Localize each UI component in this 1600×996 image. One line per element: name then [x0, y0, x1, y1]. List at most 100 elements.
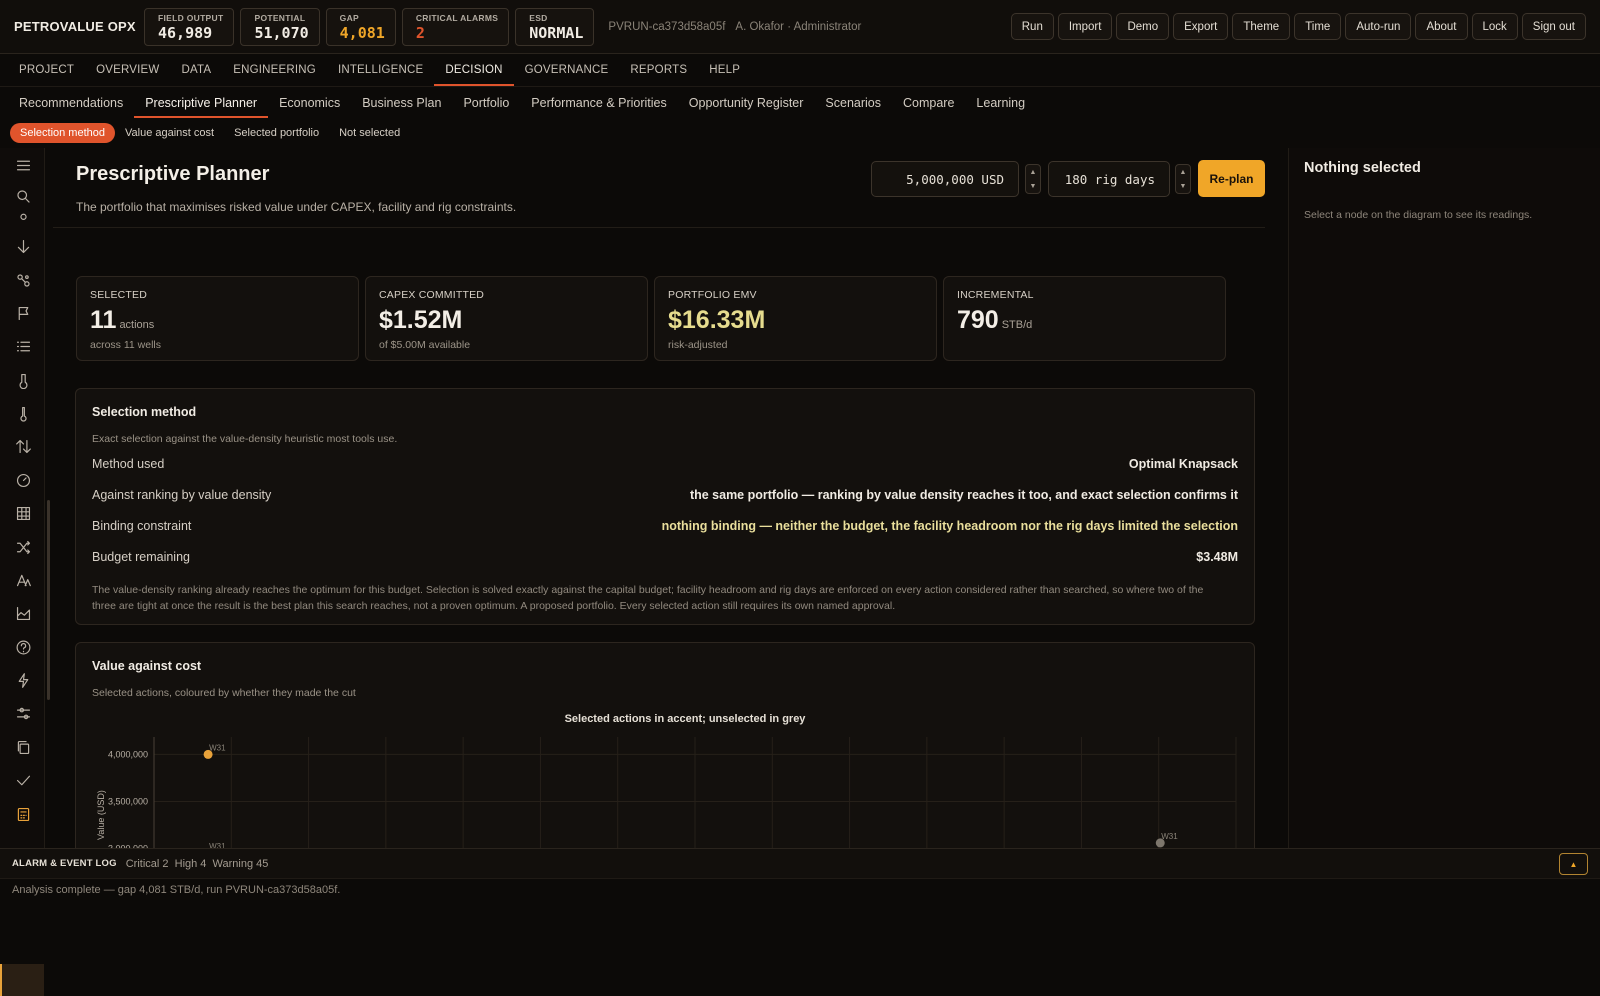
nodes-icon[interactable] [11, 268, 35, 292]
text-icon[interactable] [11, 568, 35, 592]
card-subtext: across 11 wells [90, 339, 161, 351]
gauge-icon[interactable] [11, 468, 35, 492]
transfer-icon[interactable] [11, 434, 35, 458]
rig-days-stepper[interactable]: ▲ ▼ [1175, 164, 1191, 194]
card-label: PORTFOLIO EMV [668, 289, 757, 301]
section-selection-method[interactable]: Selection method [10, 123, 115, 143]
alarm-log-bar[interactable]: ALARM & EVENT LOG Critical 2 High 4 Warn… [0, 848, 1600, 878]
tab-data[interactable]: DATA [170, 54, 222, 86]
thermometer-alt-icon[interactable] [11, 401, 35, 425]
brand-logo: PETROVALUE OPX [14, 19, 136, 34]
step-down-icon[interactable]: ▼ [1030, 183, 1037, 190]
row-label: Budget remaining [92, 550, 190, 564]
card-unit: actions [119, 319, 155, 331]
flag-icon[interactable] [11, 301, 35, 325]
step-down-icon[interactable]: ▼ [1180, 183, 1187, 190]
run-button[interactable]: Run [1010, 13, 1054, 40]
budget-input[interactable]: 5,000,000 USD [871, 161, 1019, 197]
kpi-card-incremental: INCREMENTAL 790 STB/d [943, 276, 1226, 361]
subtab-portfolio[interactable]: Portfolio [452, 88, 520, 118]
kpi-card-capex-committed: CAPEX COMMITTED $1.52M of $5.00M available [365, 276, 648, 361]
row-label: Binding constraint [92, 519, 192, 533]
theme-button[interactable]: Theme [1232, 13, 1291, 40]
card-value: $16.33M [668, 306, 766, 334]
search-icon[interactable] [11, 184, 35, 208]
kpi-value: 4,081 [339, 23, 385, 42]
tab-help[interactable]: HELP [698, 54, 751, 86]
tab-governance[interactable]: GOVERNANCE [514, 54, 620, 86]
copy-icon[interactable] [11, 735, 35, 759]
header-divider [53, 227, 1265, 228]
expand-log-button[interactable]: ▲ [1559, 853, 1588, 875]
rig-days-input[interactable]: 180 rig days [1048, 161, 1170, 197]
subtab-prescriptive-planner[interactable]: Prescriptive Planner [134, 88, 269, 118]
row-value: Optimal Knapsack [1128, 457, 1238, 471]
primary-nav: PROJECT OVERVIEW DATA ENGINEERING INTELLIGEN… [0, 54, 1600, 87]
budget-stepper[interactable]: ▲ ▼ [1025, 164, 1041, 194]
sidebar-scrollbar[interactable] [47, 500, 50, 700]
lock-button[interactable]: Lock [1471, 13, 1518, 40]
sliders-icon[interactable] [11, 701, 35, 725]
tab-reports[interactable]: REPORTS [619, 54, 698, 86]
inspector-hint: Select a node on the diagram to see its … [1304, 209, 1533, 221]
subtab-recommendations[interactable]: Recommendations [8, 88, 134, 118]
subtab-performance-and-priorities[interactable]: Performance & Priorities [520, 88, 677, 118]
section-not-selected[interactable]: Not selected [329, 123, 410, 143]
value-cost-scatter[interactable]: Selected actions in accent; unselected i… [76, 705, 1254, 848]
tab-decision[interactable]: DECISION [434, 54, 514, 86]
point-label: W31 [209, 743, 226, 752]
tab-project[interactable]: PROJECT [8, 54, 85, 86]
y-tick-label: 4,000,000 [108, 749, 148, 759]
value-cost-panel: Value against cost Selected actions, col… [75, 642, 1255, 848]
kpi-label: CRITICAL ALARMS [415, 12, 499, 23]
subtab-economics[interactable]: Economics [268, 88, 351, 118]
thermometer-icon[interactable] [11, 368, 35, 392]
kpi-field-output: FIELD OUTPUT 46,989 [144, 7, 235, 46]
replan-button[interactable]: Re-plan [1198, 160, 1265, 197]
import-button[interactable]: Import [1057, 13, 1113, 40]
tab-intelligence[interactable]: INTELLIGENCE [327, 54, 434, 86]
step-up-icon[interactable]: ▲ [1180, 169, 1187, 176]
shuffle-icon[interactable] [11, 535, 35, 559]
chevron-up-icon: ▲ [1569, 859, 1578, 869]
auto-run-button[interactable]: Auto-run [1345, 13, 1412, 40]
status-bar: Analysis complete — gap 4,081 STB/d, run… [0, 878, 1600, 900]
panel-description: Selected actions, coloured by whether th… [92, 687, 356, 699]
check-icon[interactable] [11, 768, 35, 792]
section-value-against-cost[interactable]: Value against cost [115, 123, 224, 143]
kpi-label: FIELD OUTPUT [158, 12, 224, 23]
list-icon[interactable] [11, 334, 35, 358]
secondary-nav: Recommendations Prescriptive Planner Econo… [0, 88, 1600, 118]
location-icon[interactable] [11, 206, 35, 230]
section-selected-portfolio[interactable]: Selected portfolio [224, 123, 329, 143]
arrow-down-icon[interactable] [11, 234, 35, 258]
demo-button[interactable]: Demo [1116, 13, 1170, 40]
y-tick-label: 3,500,000 [108, 796, 148, 806]
export-button[interactable]: Export [1173, 13, 1229, 40]
subtab-learning[interactable]: Learning [965, 88, 1036, 118]
header-toolbar: Run Import Demo Export Theme Time Auto-run Abou… [1010, 13, 1586, 40]
menu-icon[interactable] [11, 153, 35, 177]
sign-out-button[interactable]: Sign out [1521, 13, 1586, 40]
panel-title: Value against cost [92, 659, 202, 673]
area-chart-icon[interactable] [11, 601, 35, 625]
row-value: $3.48M [1196, 550, 1238, 564]
calculator-icon[interactable] [11, 802, 35, 826]
point-label: W31 [1161, 832, 1178, 841]
subtab-opportunity-register[interactable]: Opportunity Register [678, 88, 815, 118]
help-icon[interactable] [11, 635, 35, 659]
about-button[interactable]: About [1415, 13, 1468, 40]
tab-engineering[interactable]: ENGINEERING [222, 54, 327, 86]
kpi-gap: GAP 4,081 [325, 7, 396, 46]
alarm-counts: Critical 2 High 4 Warning 45 [125, 857, 269, 870]
time-button[interactable]: Time [1294, 13, 1342, 40]
tab-overview[interactable]: OVERVIEW [85, 54, 170, 86]
user-info: A. Okafor · Administrator [735, 20, 862, 33]
bolt-icon[interactable] [11, 668, 35, 692]
table-icon[interactable] [11, 501, 35, 525]
kpi-strip: FIELD OUTPUT 46,989 POTENTIAL 51,070 GAP 4,08… [144, 7, 600, 46]
subtab-scenarios[interactable]: Scenarios [814, 88, 892, 118]
subtab-compare[interactable]: Compare [892, 88, 965, 118]
step-up-icon[interactable]: ▲ [1030, 169, 1037, 176]
subtab-business-plan[interactable]: Business Plan [351, 88, 452, 118]
